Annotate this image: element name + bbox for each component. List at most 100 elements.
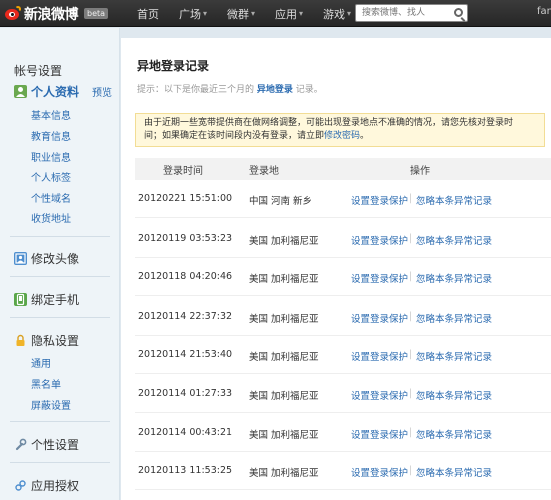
change-password-link[interactable]: 修改密码 bbox=[324, 131, 360, 141]
login-location: 中国 河南 新乡 bbox=[249, 196, 313, 207]
username-link[interactable]: fanc bbox=[537, 6, 551, 17]
login-time: 20120114 00:43:21 bbox=[138, 427, 233, 438]
ignore-record-link[interactable]: 忽略本条异常记录 bbox=[416, 193, 492, 207]
chevron-down-icon: ▾ bbox=[251, 9, 256, 18]
ignore-record-link[interactable]: 忽略本条异常记录 bbox=[416, 427, 492, 441]
chevron-down-icon: ▾ bbox=[203, 9, 208, 18]
set-login-protection-link[interactable]: 设置登录保护 bbox=[351, 311, 408, 325]
remote-login-link[interactable]: 异地登录 bbox=[257, 85, 293, 95]
warning-notice: 由于近期一些宽带提供商在做网络调整，可能出现登录地点不准确的情况，请您先核对登录… bbox=[135, 113, 545, 147]
divider: | bbox=[409, 465, 413, 476]
weibo-eye-icon bbox=[4, 6, 21, 21]
sidebar-item-general[interactable]: 通用 bbox=[31, 355, 51, 370]
divider: | bbox=[409, 233, 413, 244]
table-header: 登录时间 登录地 操作 bbox=[135, 158, 551, 180]
login-location: 美国 加利福尼亚 bbox=[249, 391, 319, 402]
set-login-protection-link[interactable]: 设置登录保护 bbox=[351, 349, 408, 363]
sidebar-item-avatar[interactable]: 修改头像 bbox=[14, 250, 79, 267]
table-row: 20120118 04:20:46 美国 加利福尼亚 设置登录保护 | 忽略本条… bbox=[135, 258, 551, 296]
sidebar-title: 帐号设置 bbox=[14, 64, 63, 78]
login-location: 美国 加利福尼亚 bbox=[249, 468, 319, 479]
set-login-protection-link[interactable]: 设置登录保护 bbox=[351, 271, 408, 285]
table-row: 20120114 00:43:21 美国 加利福尼亚 设置登录保护 | 忽略本条… bbox=[135, 414, 551, 452]
chevron-down-icon: ▾ bbox=[299, 9, 304, 18]
table-row: 20120114 01:27:33 美国 加利福尼亚 设置登录保护 | 忽略本条… bbox=[135, 375, 551, 413]
nav-apps[interactable]: 应用 ▾ bbox=[275, 6, 303, 22]
phone-icon bbox=[14, 293, 27, 306]
login-time: 20120118 04:20:46 bbox=[138, 271, 233, 282]
nav-square[interactable]: 广场 ▾ bbox=[179, 6, 207, 22]
login-location: 美国 加利福尼亚 bbox=[249, 314, 319, 325]
set-login-protection-link[interactable]: 设置登录保护 bbox=[351, 427, 408, 441]
ignore-record-link[interactable]: 忽略本条异常记录 bbox=[416, 233, 492, 247]
set-login-protection-link[interactable]: 设置登录保护 bbox=[351, 193, 408, 207]
sidebar-item-tags[interactable]: 个人标签 bbox=[31, 169, 71, 184]
sidebar-item-blacklist[interactable]: 黑名单 bbox=[31, 376, 61, 391]
set-login-protection-link[interactable]: 设置登录保护 bbox=[351, 388, 408, 402]
login-time: 20120114 01:27:33 bbox=[138, 388, 233, 399]
sidebar-item-app-auth[interactable]: 应用授权 bbox=[14, 477, 79, 494]
sidebar-item-address[interactable]: 收货地址 bbox=[31, 210, 71, 225]
divider: | bbox=[409, 193, 413, 204]
profile-preview-link[interactable]: 预览 bbox=[92, 84, 112, 99]
ignore-record-link[interactable]: 忽略本条异常记录 bbox=[416, 311, 492, 325]
column-location: 登录地 bbox=[249, 166, 279, 177]
sidebar-item-phone[interactable]: 绑定手机 bbox=[14, 291, 79, 308]
link-icon bbox=[14, 479, 27, 492]
login-time: 20120221 15:51:00 bbox=[138, 193, 233, 204]
tip-text: 提示：以下是你最近三个月的 异地登录 记录。 bbox=[137, 85, 323, 95]
lock-icon bbox=[14, 334, 27, 347]
divider bbox=[10, 462, 110, 463]
main-nav: 首页 广场 ▾ 微群 ▾ 应用 ▾ 游戏 ▾ bbox=[137, 0, 371, 27]
table-row: 20120114 22:37:32 美国 加利福尼亚 设置登录保护 | 忽略本条… bbox=[135, 298, 551, 336]
profile-icon bbox=[14, 85, 27, 98]
login-time: 20120113 11:53:25 bbox=[138, 465, 233, 476]
settings-sidebar: 帐号设置 个人资料 预览 基本信息 教育信息 职业信息 个人标签 个性域名 收货… bbox=[0, 28, 120, 500]
divider: | bbox=[409, 388, 413, 399]
sidebar-item-basic-info[interactable]: 基本信息 bbox=[31, 107, 71, 122]
brand-name: 新浪微博 bbox=[24, 6, 79, 23]
divider bbox=[10, 317, 110, 318]
nav-home[interactable]: 首页 bbox=[137, 6, 159, 22]
divider: | bbox=[409, 311, 413, 322]
search-input[interactable] bbox=[356, 5, 448, 21]
login-time: 20120114 21:53:40 bbox=[138, 349, 233, 360]
page-title: 异地登录记录 bbox=[137, 59, 210, 73]
top-navigation-bar: 新浪微博 beta 首页 广场▾ 微群▾ 应用▾ 游戏▾ fanc bbox=[0, 0, 551, 27]
chevron-down-icon: ▾ bbox=[347, 9, 352, 18]
ignore-record-link[interactable]: 忽略本条异常记录 bbox=[416, 465, 492, 479]
weibo-logo[interactable]: 新浪微博 beta bbox=[4, 4, 109, 23]
search-icon[interactable] bbox=[454, 8, 463, 17]
ignore-record-link[interactable]: 忽略本条异常记录 bbox=[416, 388, 492, 402]
ignore-record-link[interactable]: 忽略本条异常记录 bbox=[416, 271, 492, 285]
main-panel: 异地登录记录 提示：以下是你最近三个月的 异地登录 记录。 由于近期一些宽带提供… bbox=[121, 38, 551, 500]
set-login-protection-link[interactable]: 设置登录保护 bbox=[351, 233, 408, 247]
wrench-icon bbox=[14, 438, 27, 451]
divider: | bbox=[409, 427, 413, 438]
login-location: 美国 加利福尼亚 bbox=[249, 236, 319, 247]
sidebar-item-domain[interactable]: 个性域名 bbox=[31, 190, 71, 205]
column-action: 操作 bbox=[410, 166, 430, 177]
sidebar-item-career[interactable]: 职业信息 bbox=[31, 149, 71, 164]
sidebar-item-personalize[interactable]: 个性设置 bbox=[14, 436, 79, 453]
sidebar-item-privacy[interactable]: 隐私设置 bbox=[14, 332, 79, 349]
divider bbox=[10, 421, 110, 422]
sidebar-item-education[interactable]: 教育信息 bbox=[31, 128, 71, 143]
avatar-icon bbox=[14, 252, 27, 265]
login-time: 20120114 22:37:32 bbox=[138, 311, 233, 322]
table-row: 20120114 21:53:40 美国 加利福尼亚 设置登录保护 | 忽略本条… bbox=[135, 336, 551, 374]
search-box bbox=[355, 4, 468, 22]
table-row: 20120113 11:53:25 美国 加利福尼亚 设置登录保护 | 忽略本条… bbox=[135, 452, 551, 490]
nav-groups[interactable]: 微群 ▾ bbox=[227, 6, 255, 22]
divider bbox=[10, 236, 110, 237]
sidebar-item-block-settings[interactable]: 屏蔽设置 bbox=[31, 397, 71, 412]
login-location: 美国 加利福尼亚 bbox=[249, 430, 319, 441]
divider: | bbox=[409, 271, 413, 282]
nav-games[interactable]: 游戏 ▾ bbox=[323, 6, 351, 22]
sidebar-item-profile[interactable]: 个人资料 bbox=[14, 83, 79, 100]
login-time: 20120119 03:53:23 bbox=[138, 233, 233, 244]
table-row: 20120221 15:51:00 中国 河南 新乡 设置登录保护 | 忽略本条… bbox=[135, 180, 551, 218]
login-location: 美国 加利福尼亚 bbox=[249, 274, 319, 285]
set-login-protection-link[interactable]: 设置登录保护 bbox=[351, 465, 408, 479]
ignore-record-link[interactable]: 忽略本条异常记录 bbox=[416, 349, 492, 363]
